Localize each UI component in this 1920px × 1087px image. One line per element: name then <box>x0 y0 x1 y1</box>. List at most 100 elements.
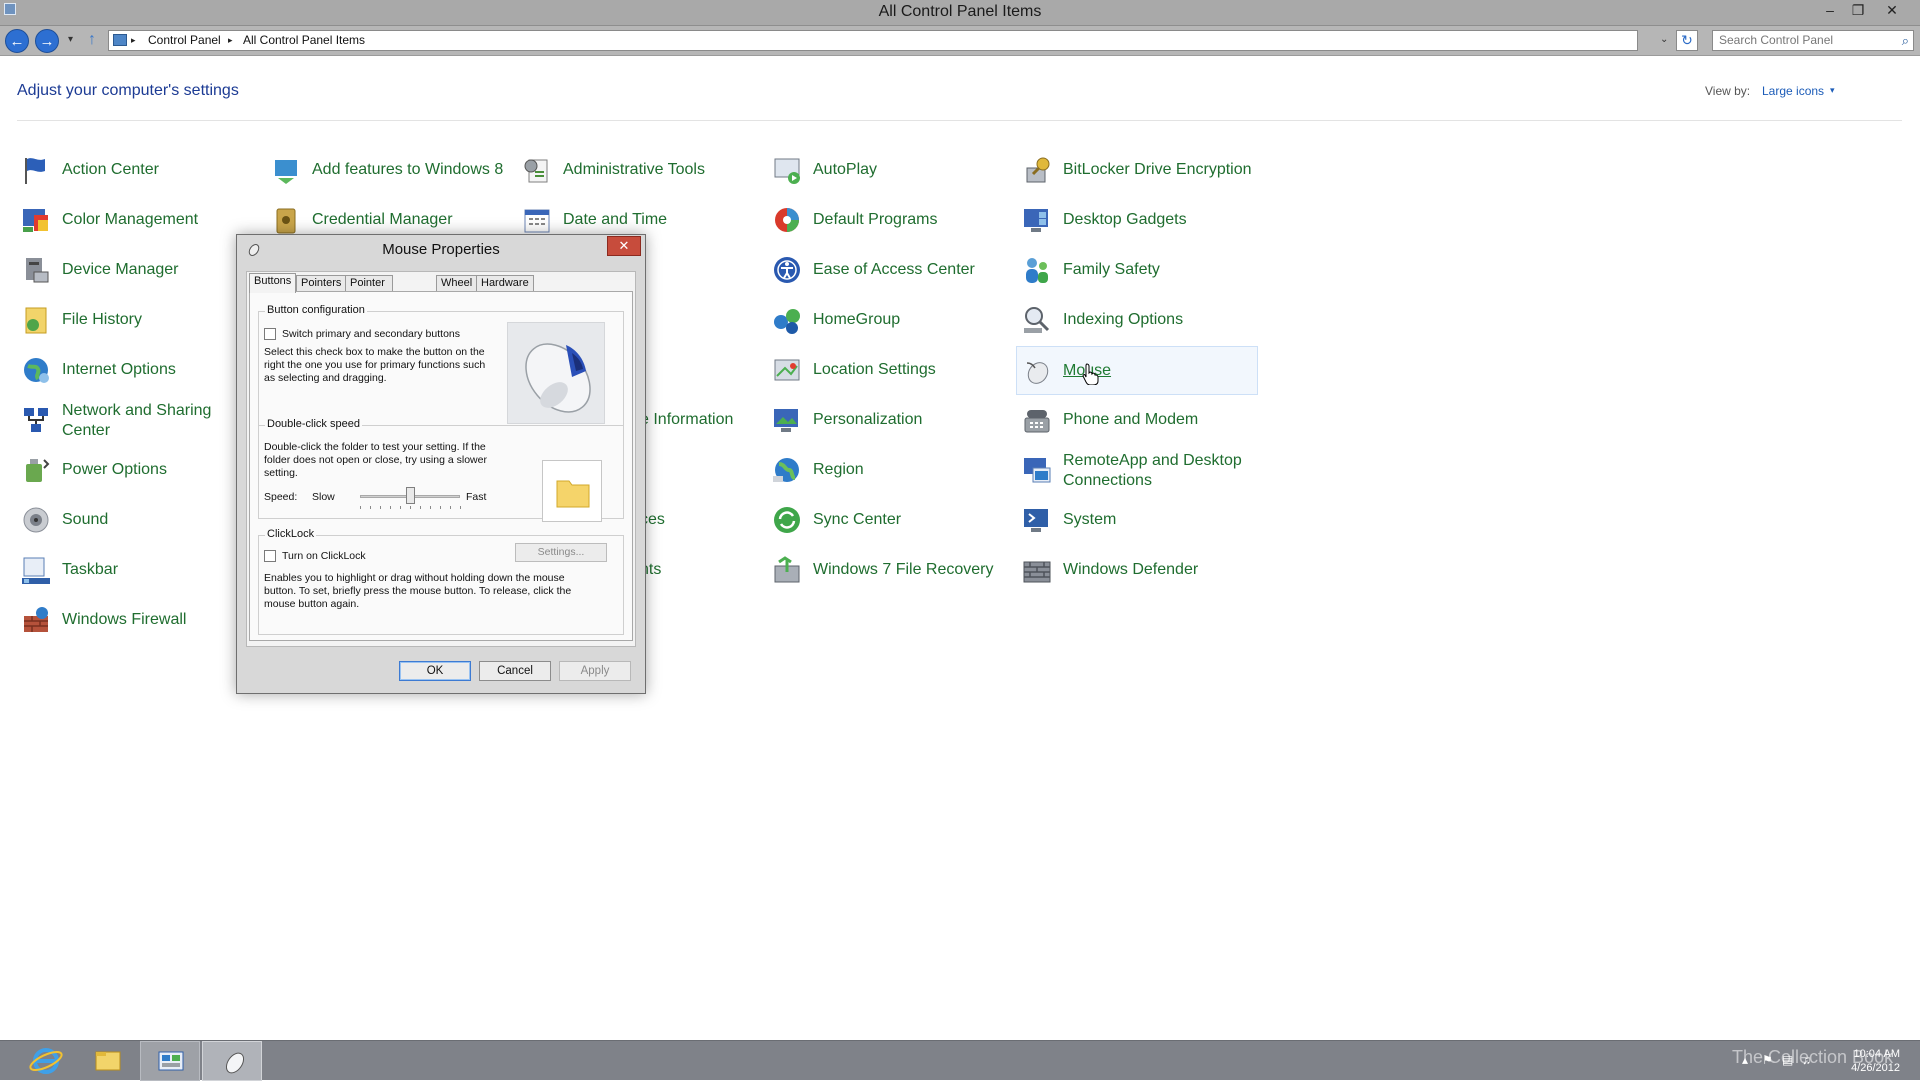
item-label[interactable]: Location Settings <box>813 360 1013 380</box>
item-label[interactable]: BitLocker Drive Encryption <box>1063 160 1263 180</box>
item-label[interactable]: File History <box>62 310 262 330</box>
item-sync-center[interactable]: Sync Center <box>768 498 1013 542</box>
item-label[interactable]: Credential Manager <box>312 210 512 230</box>
item-label[interactable]: Family Safety <box>1063 260 1263 280</box>
volume-icon[interactable]: ♫ <box>1802 1053 1811 1067</box>
item-administrative-tools[interactable]: Administrative Tools <box>518 148 763 192</box>
search-icon[interactable]: ⌕ <box>1902 31 1909 50</box>
item-windows-defender[interactable]: Windows Defender <box>1018 548 1263 592</box>
forward-button[interactable]: → <box>35 29 59 53</box>
item-label[interactable]: Ease of Access Center <box>813 260 1013 280</box>
apply-button[interactable]: Apply <box>559 661 631 681</box>
item-action-center[interactable]: Action Center <box>17 148 262 192</box>
network-icon[interactable]: ▤ <box>1782 1053 1793 1067</box>
clicklock-checkbox[interactable] <box>264 550 276 562</box>
address-dropdown-button[interactable]: ⌄ <box>1660 34 1668 45</box>
back-button[interactable]: ← <box>5 29 29 53</box>
item-label[interactable]: Color Management <box>62 210 262 230</box>
tab-pointer-options[interactable]: Pointer Options <box>345 275 393 304</box>
item-remoteapp[interactable]: RemoteApp and Desktop Connections <box>1018 448 1263 492</box>
item-label[interactable]: Windows Firewall <box>62 610 262 630</box>
taskbar-mouse-properties[interactable] <box>202 1041 262 1081</box>
item-label[interactable]: Action Center <box>62 160 262 180</box>
show-hidden-icons[interactable]: ▴ <box>1742 1053 1748 1067</box>
cancel-button[interactable]: Cancel <box>479 661 551 681</box>
item-add-features[interactable]: Add features to Windows 8 <box>267 148 512 192</box>
item-personalization[interactable]: Personalization <box>768 398 1013 442</box>
view-by-dropdown[interactable]: Large icons <box>1762 84 1824 98</box>
item-label[interactable]: Power Options <box>62 460 262 480</box>
item-device-manager[interactable]: Device Manager <box>17 248 262 292</box>
tab-hardware[interactable]: Hardware <box>476 275 534 291</box>
item-taskbar[interactable]: Taskbar <box>17 548 262 592</box>
tab-pointers[interactable]: Pointers <box>296 275 347 291</box>
item-windows-firewall[interactable]: Windows Firewall <box>17 598 262 642</box>
item-power-options[interactable]: Power Options <box>17 448 262 492</box>
item-label[interactable]: Windows Defender <box>1063 560 1263 580</box>
item-label[interactable]: Phone and Modem <box>1063 410 1263 430</box>
item-ease-of-access[interactable]: Ease of Access Center <box>768 248 1013 292</box>
chevron-down-icon[interactable]: ▾ <box>1830 85 1835 96</box>
item-label[interactable]: Taskbar <box>62 560 262 580</box>
restore-button[interactable]: ❐ <box>1846 2 1870 19</box>
breadcrumb-all-items[interactable]: All Control Panel Items <box>243 31 365 50</box>
item-label[interactable]: Windows 7 File Recovery <box>813 560 1013 580</box>
item-label[interactable]: Internet Options <box>62 360 262 380</box>
item-label[interactable]: Desktop Gadgets <box>1063 210 1263 230</box>
item-label[interactable]: Default Programs <box>813 210 1013 230</box>
item-desktop-gadgets[interactable]: Desktop Gadgets <box>1018 198 1263 242</box>
breadcrumb-separator[interactable]: ▸ <box>228 31 233 50</box>
item-system[interactable]: System <box>1018 498 1263 542</box>
item-indexing-options[interactable]: Indexing Options <box>1018 298 1263 342</box>
refresh-button[interactable]: ↻ <box>1676 30 1698 51</box>
switch-buttons-label[interactable]: Switch primary and secondary buttons <box>282 328 460 341</box>
up-button[interactable]: ↑ <box>88 31 96 49</box>
clicklock-label[interactable]: Turn on ClickLock <box>282 550 366 563</box>
switch-buttons-checkbox[interactable] <box>264 328 276 340</box>
item-default-programs[interactable]: Default Programs <box>768 198 1013 242</box>
item-region[interactable]: Region <box>768 448 1013 492</box>
close-window-button[interactable]: ✕ <box>1880 2 1904 19</box>
search-input[interactable]: Search Control Panel ⌕ <box>1712 30 1914 51</box>
item-label[interactable]: Personalization <box>813 410 1013 430</box>
recent-locations-button[interactable]: ▾ <box>68 34 73 45</box>
item-phone-modem[interactable]: Phone and Modem <box>1018 398 1263 442</box>
item-sound[interactable]: Sound <box>17 498 262 542</box>
item-label[interactable]: HomeGroup <box>813 310 1013 330</box>
item-bitlocker[interactable]: BitLocker Drive Encryption <box>1018 148 1263 192</box>
taskbar-internet-explorer[interactable] <box>16 1041 76 1081</box>
taskbar-control-panel[interactable] <box>140 1041 200 1081</box>
item-label[interactable]: Device Manager <box>62 260 262 280</box>
item-label[interactable]: AutoPlay <box>813 160 1013 180</box>
taskbar-file-explorer[interactable] <box>78 1041 138 1081</box>
ok-button[interactable]: OK <box>399 661 471 681</box>
item-label[interactable]: Network and Sharing Center <box>62 401 262 441</box>
item-homegroup[interactable]: HomeGroup <box>768 298 1013 342</box>
item-location-settings[interactable]: Location Settings <box>768 348 1013 392</box>
item-label[interactable]: Add features to Windows 8 <box>312 160 512 180</box>
test-folder-area[interactable] <box>542 460 602 522</box>
item-label[interactable]: Region <box>813 460 1013 480</box>
item-family-safety[interactable]: Family Safety <box>1018 248 1263 292</box>
item-label[interactable]: Administrative Tools <box>563 160 763 180</box>
minimize-button[interactable]: – <box>1818 2 1842 18</box>
dialog-close-button[interactable]: ✕ <box>607 236 641 256</box>
item-label[interactable]: Indexing Options <box>1063 310 1263 330</box>
item-label[interactable]: Sync Center <box>813 510 1013 530</box>
item-label[interactable]: RemoteApp and Desktop Connections <box>1063 451 1263 491</box>
action-center-flag-icon[interactable]: ⚑ <box>1762 1053 1773 1067</box>
item-label[interactable]: System <box>1063 510 1263 530</box>
tab-buttons[interactable]: Buttons <box>249 273 297 293</box>
item-internet-options[interactable]: Internet Options <box>17 348 262 392</box>
item-color-management[interactable]: Color Management <box>17 198 262 242</box>
item-autoplay[interactable]: AutoPlay <box>768 148 1013 192</box>
item-network-sharing[interactable]: Network and Sharing Center <box>17 398 262 442</box>
item-label[interactable]: Sound <box>62 510 262 530</box>
item-file-recovery[interactable]: Windows 7 File Recovery <box>768 548 1013 592</box>
system-clock[interactable]: 10:04 AM 4/26/2012 <box>1840 1047 1900 1075</box>
item-mouse[interactable]: Mouse <box>1016 346 1258 395</box>
breadcrumb-separator[interactable]: ▸ <box>131 31 136 50</box>
address-bar[interactable]: ▸ Control Panel ▸ All Control Panel Item… <box>108 30 1638 51</box>
item-file-history[interactable]: File History <box>17 298 262 342</box>
breadcrumb-control-panel[interactable]: Control Panel <box>148 31 221 50</box>
